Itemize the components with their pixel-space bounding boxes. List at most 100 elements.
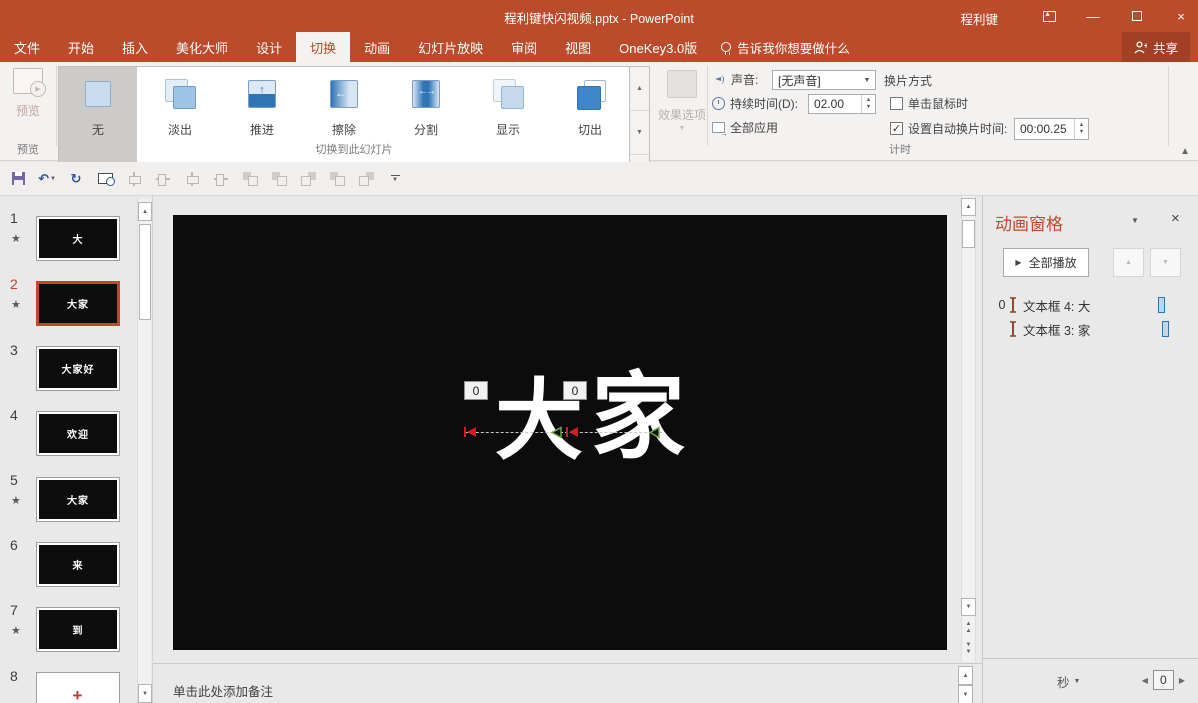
ribbon-transitions: 预览 预览 无 淡出 ↑ 推进 ← 擦除 xyxy=(0,62,1198,203)
tab-file[interactable]: 文件 xyxy=(0,32,54,62)
scrollbar-thumb[interactable] xyxy=(139,224,151,320)
scrollbar-thumb[interactable] xyxy=(962,220,975,248)
animation-star-icon[interactable]: ★ xyxy=(11,232,21,245)
previous-slide-icon[interactable]: ▲ ▲ xyxy=(961,619,976,637)
animation-item[interactable]: 0 文本框 4: 大 xyxy=(995,294,1191,316)
ribbon-tab-bar: 文件 开始 插入 美化大师 设计 切换 动画 幻灯片放映 审阅 视图 OneKe… xyxy=(0,32,1198,62)
account-name[interactable]: 程利键 xyxy=(960,9,998,28)
thumbnail-scrollbar[interactable]: ▲ ▼ xyxy=(137,199,152,703)
maximize-button[interactable] xyxy=(1120,0,1154,32)
motion-path-icon xyxy=(1010,321,1016,337)
tab-animations[interactable]: 动画 xyxy=(350,32,404,62)
preview-button[interactable]: 预览 xyxy=(4,68,52,119)
motion-end-marker-icon[interactable] xyxy=(648,426,661,439)
chevron-down-icon[interactable]: ▼ xyxy=(859,71,875,89)
scroll-down-icon[interactable]: ▼ xyxy=(958,685,973,703)
save-icon[interactable] xyxy=(8,169,28,189)
close-pane-icon[interactable]: × xyxy=(1171,210,1180,227)
checkbox-unchecked-icon[interactable] xyxy=(890,97,903,110)
slide-editor: 0 0 大 家 xyxy=(152,196,982,662)
chevron-down-icon[interactable]: ▼ xyxy=(1131,216,1139,225)
scroll-up-icon[interactable]: ▲ xyxy=(958,666,973,685)
slide-thumbnail-6[interactable]: 来 xyxy=(36,542,120,587)
checkbox-checked-icon[interactable]: ✓ xyxy=(890,122,903,135)
animation-item[interactable]: 文本框 3: 家 xyxy=(995,318,1191,340)
slide-canvas[interactable]: 0 0 大 家 xyxy=(173,215,947,650)
apply-all-icon xyxy=(712,122,728,138)
zoom-in-icon[interactable]: ▶ xyxy=(1179,676,1185,685)
textbox-char-da[interactable]: 大 xyxy=(495,377,583,465)
motion-path xyxy=(466,432,662,433)
tab-transitions[interactable]: 切换 xyxy=(296,32,351,62)
tab-beautify-master[interactable]: 美化大师 xyxy=(162,32,242,62)
seconds-dropdown[interactable]: 秒 ▼ xyxy=(1057,672,1080,691)
tab-slideshow[interactable]: 幻灯片放映 xyxy=(404,32,497,62)
slide-thumbnail-7[interactable]: 到 xyxy=(36,607,120,652)
motion-start-marker-icon[interactable] xyxy=(463,425,477,439)
slide-number: 7 xyxy=(10,602,18,618)
minimize-button[interactable]: — xyxy=(1076,0,1110,32)
tab-review[interactable]: 审阅 xyxy=(497,32,551,62)
tab-onekey[interactable]: OneKey3.0版 xyxy=(605,32,711,62)
tell-me-box[interactable]: 告诉我你想要做什么 xyxy=(711,32,860,62)
ribbon-display-options-button[interactable] xyxy=(1032,0,1066,32)
scroll-up-icon[interactable]: ▲ xyxy=(138,202,152,221)
notes-placeholder[interactable]: 单击此处添加备注 xyxy=(173,681,273,700)
scroll-down-icon[interactable]: ▼ xyxy=(138,684,152,703)
start-slideshow-icon[interactable] xyxy=(95,169,115,189)
close-button[interactable]: × xyxy=(1164,0,1198,32)
slide-thumbnail-5[interactable]: 大家 xyxy=(36,477,120,522)
tab-design[interactable]: 设计 xyxy=(242,32,296,62)
scroll-down-icon[interactable]: ▼ xyxy=(961,598,976,616)
duration-input[interactable]: 02.00 ▲ ▼ xyxy=(808,94,876,114)
sound-select[interactable]: [无声音] ▼ xyxy=(772,70,876,90)
qat-more-icon[interactable]: ▼ xyxy=(385,169,405,189)
motion-end-marker-icon[interactable] xyxy=(550,426,563,439)
auto-advance-option[interactable]: ✓ 设置自动换片时间: xyxy=(890,120,1007,137)
slide-thumbnail-4[interactable]: 欢迎 xyxy=(36,411,120,456)
animation-star-icon[interactable]: ★ xyxy=(11,298,21,311)
tab-insert[interactable]: 插入 xyxy=(108,32,162,62)
scrollbar-track[interactable] xyxy=(961,196,976,662)
slide-thumbnail-8[interactable]: + xyxy=(36,672,120,703)
slide-number: 8 xyxy=(10,668,18,684)
play-icon: ▶ xyxy=(1015,258,1022,267)
tab-home[interactable]: 开始 xyxy=(54,32,108,62)
auto-advance-time-input[interactable]: 00:00.25 ▲ ▼ xyxy=(1014,118,1089,140)
textbox-char-jia[interactable]: 家 xyxy=(591,370,685,464)
spinner-icon[interactable]: ▲ ▼ xyxy=(1074,119,1088,139)
apply-all-button[interactable]: 全部应用 xyxy=(712,119,778,138)
notes-area[interactable]: 单击此处添加备注 xyxy=(152,663,982,703)
timeline-bar[interactable] xyxy=(1162,321,1169,337)
timeline-bar[interactable] xyxy=(1158,297,1165,313)
share-button[interactable]: 共享 xyxy=(1121,32,1190,62)
transition-none-icon xyxy=(79,79,117,111)
on-mouse-click-option[interactable]: 单击鼠标时 xyxy=(890,95,968,112)
slide-thumbnail-1[interactable]: 大 xyxy=(36,216,120,261)
scroll-up-icon[interactable]: ▲ xyxy=(961,198,976,216)
motion-path-icon xyxy=(1010,297,1016,313)
editor-scrollbar[interactable]: ▲ ▼ ▲ ▲ ▼ ▼ xyxy=(957,196,980,662)
undo-icon[interactable]: ↶ ▼ xyxy=(37,169,57,189)
distribute-rows-icon xyxy=(124,169,144,189)
slide-thumbnail-3[interactable]: 大家好 xyxy=(36,346,120,391)
zoom-out-icon[interactable]: ◀ xyxy=(1142,676,1148,685)
slide-number: 1 xyxy=(10,210,18,226)
group-label-preview: 预览 xyxy=(17,144,39,156)
slide-number: 2 xyxy=(10,276,18,292)
gallery-scroll-up-icon[interactable]: ▲ xyxy=(630,67,649,111)
animation-star-icon[interactable]: ★ xyxy=(11,624,21,637)
redo-icon[interactable]: ↻ xyxy=(66,169,86,189)
seconds-label: 秒 xyxy=(1057,676,1070,690)
collapse-ribbon-icon[interactable]: ▲ xyxy=(1180,146,1190,157)
spinner-icon[interactable]: ▲ ▼ xyxy=(861,95,875,113)
notes-scrollbar[interactable]: ▲ ▼ xyxy=(958,665,973,703)
chevron-down-icon: ▼ xyxy=(678,125,686,132)
next-slide-icon[interactable]: ▼ ▼ xyxy=(961,640,976,658)
transition-fade-icon xyxy=(161,79,199,111)
animation-star-icon[interactable]: ★ xyxy=(11,494,21,507)
slide-thumbnail-2-selected[interactable]: 大家 xyxy=(36,281,120,326)
play-all-button[interactable]: ▶ 全部播放 xyxy=(1003,248,1089,277)
tab-view[interactable]: 视图 xyxy=(551,32,605,62)
motion-start-marker-icon[interactable] xyxy=(565,425,579,439)
